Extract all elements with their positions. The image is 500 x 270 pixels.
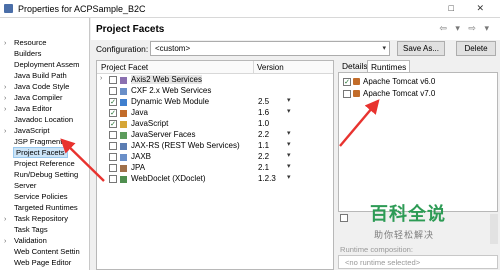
facet-checkbox[interactable] <box>109 131 117 139</box>
sidebar-item-java-code-style[interactable]: › Java Code Style <box>4 82 69 91</box>
expand-icon[interactable]: › <box>4 95 14 102</box>
sidebar-item-validation[interactable]: › Validation <box>4 236 47 245</box>
sidebar-item-javascript[interactable]: › JavaScript <box>4 126 49 135</box>
version-dropdown[interactable]: ▾ <box>287 151 291 159</box>
title-bar: Properties for ACPSample_B2C □ ✕ <box>0 0 500 18</box>
chevron-down-icon: ▾ <box>382 45 386 52</box>
delete-button[interactable]: Delete <box>456 41 496 56</box>
watermark: 百科全说 助你轻松解决 <box>370 200 470 244</box>
tab-details[interactable]: Details <box>339 60 371 72</box>
tomcat-icon <box>353 78 360 86</box>
version-dropdown[interactable]: ▾ <box>287 140 291 148</box>
expand-icon[interactable]: › <box>4 128 14 135</box>
version-dropdown[interactable]: ▾ <box>287 173 291 181</box>
facets-table: Project Facet Version › Axis2 Web Servic… <box>96 60 334 270</box>
runtime-composition-label: Runtime composition: <box>340 245 414 254</box>
sidebar-item-service-policies[interactable]: Service Policies <box>4 192 68 201</box>
sidebar-item-project-references[interactable]: Project Reference <box>4 159 75 168</box>
facet-checkbox[interactable] <box>109 76 117 84</box>
column-header-version[interactable]: Version <box>257 63 284 72</box>
facet-icon <box>120 77 127 84</box>
table-row[interactable]: ✓ Dynamic Web Module 2.5 ▾ <box>97 97 333 108</box>
app-icon <box>4 4 13 13</box>
expand-icon[interactable]: › <box>4 40 14 47</box>
version-dropdown[interactable]: ▾ <box>287 162 291 170</box>
sidebar-item-resource[interactable]: › Resource <box>4 38 47 47</box>
window-controls[interactable]: □ ✕ <box>449 3 494 14</box>
facet-icon <box>120 121 127 128</box>
expand-icon[interactable]: › <box>100 75 102 82</box>
facet-icon <box>120 165 127 172</box>
watermark-subtitle: 助你轻松解决 <box>374 230 435 240</box>
sidebar-item-targeted-runtimes[interactable]: Targeted Runtimes <box>4 203 78 212</box>
table-row[interactable]: JAX-RS (REST Web Services) 1.1 ▾ <box>97 141 333 152</box>
version-dropdown[interactable]: ▾ <box>287 129 291 137</box>
sidebar-item-web-content-settings[interactable]: Web Content Settin <box>4 247 80 256</box>
facet-icon <box>120 154 127 161</box>
expand-icon[interactable]: › <box>4 106 14 113</box>
sidebar-item-java-editor[interactable]: › Java Editor <box>4 104 52 113</box>
version-dropdown[interactable]: ▾ <box>287 107 291 115</box>
facet-checkbox[interactable] <box>109 87 117 95</box>
sidebar-item-deployment-assembly[interactable]: Deployment Assem <box>4 60 79 69</box>
sidebar-item-task-repository[interactable]: › Task Repository <box>4 214 68 223</box>
column-divider <box>253 61 254 74</box>
facet-checkbox[interactable]: ✓ <box>109 98 117 106</box>
facet-checkbox[interactable]: ✓ <box>109 109 117 117</box>
runtime-item[interactable]: Apache Tomcat v7.0 <box>343 89 435 98</box>
expand-icon[interactable]: › <box>4 238 14 245</box>
show-all-checkbox[interactable] <box>340 214 348 222</box>
facet-icon <box>120 99 127 106</box>
table-row[interactable]: › Axis2 Web Services <box>97 75 333 86</box>
configuration-label: Configuration: <box>96 44 149 54</box>
table-row[interactable]: ✓ Java 1.6 ▾ <box>97 108 333 119</box>
table-row[interactable]: WebDoclet (XDoclet) 1.2.3 ▾ <box>97 174 333 185</box>
history-nav-icons[interactable]: ⇦ ▾ ⇨ ▾ <box>439 23 492 34</box>
facet-checkbox[interactable] <box>109 153 117 161</box>
facet-icon <box>120 88 127 95</box>
facet-icon <box>120 110 127 117</box>
table-row[interactable]: CXF 2.x Web Services <box>97 86 333 97</box>
sidebar-item-server[interactable]: Server <box>4 181 36 190</box>
table-header: Project Facet Version <box>97 61 333 74</box>
sidebar-item-builders[interactable]: Builders <box>4 49 41 58</box>
runtime-checkbox[interactable]: ✓ <box>343 77 351 86</box>
facet-checkbox[interactable] <box>109 142 117 150</box>
facet-icon <box>120 132 127 139</box>
configuration-select[interactable]: <custom> ▾ <box>150 41 390 56</box>
sidebar-item-javadoc-location[interactable]: Javadoc Location <box>4 115 73 124</box>
sidebar-item-java-compiler[interactable]: › Java Compiler <box>4 93 63 102</box>
sidebar-item-java-build-path[interactable]: Java Build Path <box>4 71 67 80</box>
facet-checkbox[interactable] <box>109 164 117 172</box>
runtime-item[interactable]: ✓ Apache Tomcat v6.0 <box>343 77 435 86</box>
page-header: Project Facets ⇦ ▾ ⇨ ▾ <box>91 18 500 40</box>
sidebar-item-web-page-editor[interactable]: Web Page Editor <box>4 258 71 267</box>
table-row[interactable]: JAXB 2.2 ▾ <box>97 152 333 163</box>
sidebar-item-task-tags[interactable]: Task Tags <box>4 225 48 234</box>
expand-icon[interactable]: › <box>4 216 14 223</box>
table-row[interactable]: ✓ JavaScript 1.0 <box>97 119 333 130</box>
version-dropdown[interactable]: ▾ <box>287 96 291 104</box>
tomcat-icon <box>353 90 360 98</box>
watermark-title: 百科全说 <box>370 204 446 224</box>
table-row[interactable]: JavaServer Faces 2.2 ▾ <box>97 130 333 141</box>
facet-checkbox[interactable] <box>109 175 117 183</box>
column-header-facet[interactable]: Project Facet <box>101 63 148 72</box>
expand-icon[interactable]: › <box>4 84 14 91</box>
properties-sidebar: › Resource Builders Deployment Assem Java… <box>0 18 90 270</box>
runtimes-panel: ✓ Apache Tomcat v6.0 Apache Tomcat v7.0 <box>338 72 498 212</box>
sidebar-item-jsp-fragment[interactable]: JSP Fragment <box>4 137 62 146</box>
facet-checkbox[interactable]: ✓ <box>109 120 117 128</box>
scrollbar[interactable] <box>490 214 498 244</box>
sidebar-item-project-facets[interactable]: Project Facets <box>4 147 68 158</box>
window-title: Properties for ACPSample_B2C <box>18 4 146 14</box>
runtime-checkbox[interactable] <box>343 89 351 98</box>
table-row[interactable]: JPA 2.1 ▾ <box>97 163 333 174</box>
sidebar-item-run-debug-settings[interactable]: Run/Debug Setting <box>4 170 78 179</box>
runtime-composition-box: <no runtime selected> <box>338 255 498 269</box>
save-as-button[interactable]: Save As... <box>397 41 445 56</box>
facet-icon <box>120 143 127 150</box>
page-title: Project Facets <box>96 24 165 35</box>
facet-icon <box>120 176 127 183</box>
